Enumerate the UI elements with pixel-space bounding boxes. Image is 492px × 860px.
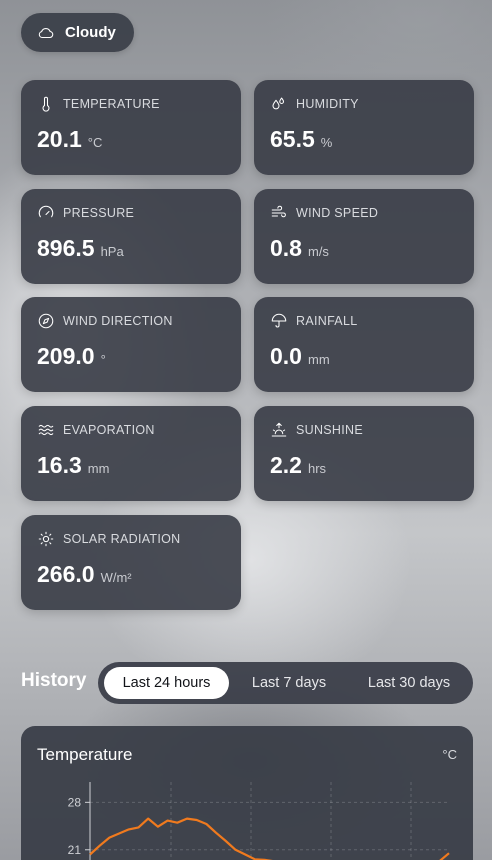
wind-icon bbox=[271, 205, 286, 218]
umbrella-icon bbox=[271, 313, 287, 328]
cloud-icon bbox=[38, 27, 54, 38]
metric-card-wind-direction: WIND DIRECTION 209.0 ° bbox=[21, 297, 241, 392]
metric-label: RAINFALL bbox=[296, 314, 358, 328]
condition-label: Cloudy bbox=[65, 24, 116, 41]
metric-unit: hrs bbox=[307, 461, 327, 476]
metric-label: PRESSURE bbox=[63, 206, 135, 220]
metric-value: 0.0 bbox=[270, 343, 302, 369]
metric-label: TEMPERATURE bbox=[63, 97, 160, 111]
metric-label: SUNSHINE bbox=[296, 423, 363, 437]
sunrise-icon bbox=[271, 422, 287, 437]
metric-label: WIND SPEED bbox=[296, 206, 379, 220]
metric-card-evaporation: EVAPORATION 16.3 mm bbox=[21, 406, 241, 501]
history-range-selector: Last 24 hours Last 7 days Last 30 days bbox=[98, 662, 473, 704]
y-tick-label: 28 bbox=[68, 795, 82, 809]
metric-card-humidity: HUMIDITY 65.5 % bbox=[254, 80, 474, 175]
metric-value: 65.5 bbox=[270, 126, 315, 152]
history-heading: History bbox=[21, 670, 87, 691]
metric-unit: mm bbox=[87, 461, 110, 476]
compass-icon bbox=[38, 313, 54, 329]
temperature-series-line bbox=[89, 817, 450, 860]
metric-unit: mm bbox=[307, 352, 330, 367]
metric-unit: hPa bbox=[100, 244, 124, 259]
metric-unit: ° bbox=[100, 352, 106, 367]
thermometer-icon bbox=[42, 96, 50, 112]
temperature-chart-card: Temperature °C 28 21 bbox=[21, 726, 473, 860]
metric-label: HUMIDITY bbox=[296, 97, 359, 111]
metric-card-temperature: TEMPERATURE 20.1 °C bbox=[21, 80, 241, 175]
sun-icon bbox=[38, 531, 54, 547]
metric-card-rainfall: RAINFALL 0.0 mm bbox=[254, 297, 474, 392]
metric-value: 0.8 bbox=[270, 235, 302, 261]
range-tab-24h[interactable]: Last 24 hours bbox=[104, 667, 229, 699]
metric-value: 209.0 bbox=[37, 343, 95, 369]
range-tab-30d[interactable]: Last 30 days bbox=[350, 667, 468, 699]
metric-card-solar-radiation: SOLAR RADIATION 266.0 W/m² bbox=[21, 515, 241, 610]
metric-value: 2.2 bbox=[270, 452, 302, 478]
weather-condition-chip: Cloudy bbox=[21, 13, 134, 52]
droplets-icon bbox=[272, 97, 285, 110]
metric-unit: W/m² bbox=[100, 570, 132, 585]
gauge-icon bbox=[38, 205, 54, 218]
temperature-chart: 28 21 bbox=[68, 782, 450, 860]
metric-value: 16.3 bbox=[37, 452, 82, 478]
range-tab-7d[interactable]: Last 7 days bbox=[234, 667, 344, 699]
metric-unit: m/s bbox=[307, 244, 329, 259]
metric-unit: % bbox=[320, 135, 333, 150]
waves-icon bbox=[38, 424, 54, 436]
metric-card-sunshine: SUNSHINE 2.2 hrs bbox=[254, 406, 474, 501]
metric-label: EVAPORATION bbox=[63, 423, 155, 437]
metric-value: 20.1 bbox=[37, 126, 82, 152]
metric-value: 266.0 bbox=[37, 561, 95, 587]
metric-label: SOLAR RADIATION bbox=[63, 532, 181, 546]
metric-card-pressure: PRESSURE 896.5 hPa bbox=[21, 189, 241, 284]
y-tick-label: 21 bbox=[68, 843, 82, 857]
metric-value: 896.5 bbox=[37, 235, 95, 261]
metric-unit: °C bbox=[87, 135, 103, 150]
metric-label: WIND DIRECTION bbox=[63, 314, 173, 328]
metric-card-wind-speed: WIND SPEED 0.8 m/s bbox=[254, 189, 474, 284]
